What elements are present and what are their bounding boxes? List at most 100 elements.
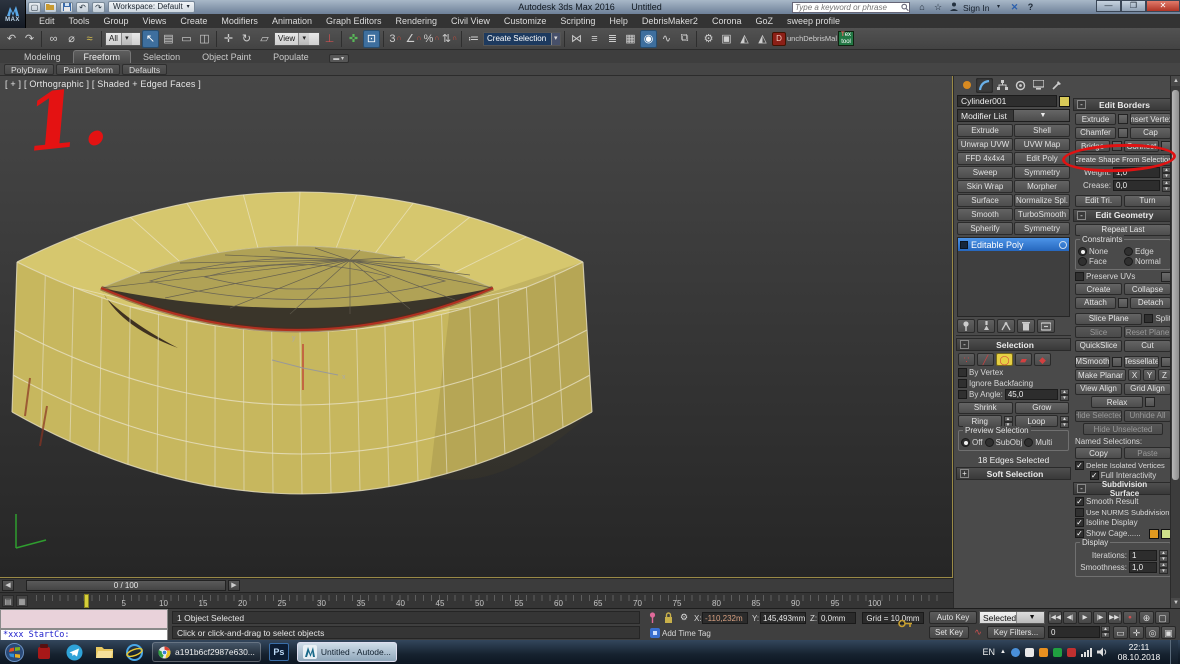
isoline-display-checkbox[interactable]: ✓ — [1075, 518, 1084, 527]
bind-to-spacewarp-button[interactable]: ≈ — [81, 30, 98, 48]
tab-create[interactable] — [958, 78, 975, 93]
preview-subobj-radio[interactable] — [985, 438, 994, 447]
constraint-edge-radio[interactable] — [1124, 247, 1133, 256]
align-button[interactable]: ≡ — [586, 30, 603, 48]
detach-button[interactable]: Detach — [1130, 297, 1171, 309]
set-key-curve-icon[interactable]: ∿ — [971, 626, 985, 639]
scrollbar-thumb[interactable] — [1172, 90, 1179, 480]
loop-spinner[interactable]: ▲▼ — [1060, 416, 1069, 427]
crease-field[interactable]: 0,0 — [1113, 180, 1160, 191]
ribbon-panel-tab[interactable]: PolyDraw — [4, 64, 54, 75]
modifier-button[interactable]: Edit Poly — [1014, 152, 1070, 165]
key-mode-toggle-button[interactable]: ● — [1123, 611, 1137, 624]
planar-x-button[interactable]: X — [1128, 369, 1141, 381]
ribbon-tab-selection[interactable]: Selection — [133, 51, 190, 63]
maximize-viewport-button[interactable]: ▣ — [1161, 626, 1176, 639]
selection-lock-icon[interactable] — [661, 611, 675, 624]
iterations-field[interactable]: 1 — [1129, 550, 1157, 561]
select-by-name-button[interactable]: ▤ — [160, 30, 177, 48]
isolate-selection-icon[interactable] — [645, 611, 659, 624]
planar-y-button[interactable]: Y — [1143, 369, 1156, 381]
paste-button[interactable]: Paste — [1124, 447, 1171, 459]
auto-key-button[interactable]: Auto Key — [929, 611, 977, 624]
menu-item[interactable]: Civil View — [444, 14, 497, 28]
key-filters-button[interactable]: Key Filters... — [987, 626, 1045, 639]
preserve-uvs-checkbox[interactable] — [1075, 272, 1084, 281]
track-bar[interactable]: ▤ ▦ 510152025303540455055606570758085909… — [0, 592, 953, 608]
edit-tri-button[interactable]: Edit Tri. — [1075, 195, 1122, 207]
constraint-face-radio[interactable] — [1078, 257, 1087, 266]
show-desktop-button[interactable] — [1170, 640, 1178, 664]
modifier-button[interactable]: Surface — [957, 194, 1013, 207]
menu-item[interactable]: sweep profile — [780, 14, 847, 28]
show-end-result-icon[interactable] — [977, 319, 995, 333]
grid-align-button[interactable]: Grid Align — [1124, 383, 1171, 395]
menu-item[interactable]: Tools — [62, 14, 97, 28]
taskbar-3dsmax-window[interactable]: Untitled - Autode... — [297, 642, 397, 662]
menu-item[interactable]: DebrisMaker2 — [635, 14, 705, 28]
mesh-cylinder-object[interactable]: x y — [0, 76, 953, 578]
iterations-spinner[interactable]: ▲▼ — [1159, 550, 1168, 561]
hide-selected-button[interactable]: Hide Selected — [1075, 410, 1122, 422]
view-align-button[interactable]: View Align — [1075, 383, 1122, 395]
workspace-dropdown[interactable]: Workspace: Default ▾ — [108, 1, 195, 13]
tab-modify[interactable] — [976, 78, 993, 93]
close-button[interactable]: ✕ — [1146, 0, 1180, 12]
menu-item[interactable]: Scripting — [553, 14, 602, 28]
ribbon-tab-populate[interactable]: Populate — [263, 51, 319, 63]
modifier-button[interactable]: Spherify — [957, 222, 1013, 235]
sign-in-link[interactable]: Sign In — [963, 3, 989, 13]
modifier-button[interactable]: FFD 4x4x4 — [957, 152, 1013, 165]
communication-center-icon[interactable]: ⌂ — [915, 2, 929, 13]
make-planar-button[interactable]: Make Planar — [1075, 369, 1126, 381]
spinner-snap-toggle-button[interactable]: ⇅∩ — [441, 30, 458, 48]
render-setup-button[interactable]: ⚙ — [700, 30, 717, 48]
save-file-icon[interactable] — [60, 2, 73, 13]
percent-snap-toggle-button[interactable]: %∩ — [423, 30, 440, 48]
turn-button[interactable]: Turn — [1124, 195, 1171, 207]
select-and-manipulate-button[interactable]: ✜ — [345, 30, 362, 48]
go-to-start-button[interactable]: |◀◀ — [1048, 611, 1062, 624]
menu-item[interactable]: Edit — [32, 14, 62, 28]
tab-motion[interactable] — [1012, 78, 1029, 93]
x-coord-field[interactable]: -110,232m — [702, 612, 748, 624]
preview-multi-radio[interactable] — [1024, 438, 1033, 447]
reset-plane-button[interactable]: Reset Plane — [1124, 326, 1171, 338]
menu-item[interactable]: Graph Editors — [319, 14, 389, 28]
ignore-backfacing-checkbox[interactable] — [958, 379, 967, 388]
volume-icon[interactable] — [1097, 647, 1108, 657]
slice-button[interactable]: Slice — [1075, 326, 1122, 338]
relax-button[interactable]: Relax — [1091, 396, 1143, 408]
ribbon-tab-freeform[interactable]: Freeform — [73, 50, 132, 63]
viewport[interactable]: x y [ + ] [ Orthographic ] [ Shaded + Ed… — [0, 76, 953, 578]
modifier-button[interactable]: TurboSmooth — [1014, 208, 1070, 221]
tab-display[interactable] — [1030, 78, 1047, 93]
rendered-frame-window-button[interactable]: ▣ — [718, 30, 735, 48]
edit-borders-rollout-header[interactable]: - Edit Borders — [1073, 98, 1173, 111]
create-shape-from-selection-button[interactable]: Create Shape From Selection — [1075, 154, 1171, 166]
attach-settings-icon[interactable] — [1118, 298, 1128, 308]
previous-frame-button[interactable]: ◀| — [1063, 611, 1077, 624]
debrismaker-icon[interactable]: D — [772, 32, 786, 46]
taskbar-chrome-window[interactable]: a191b6cf2987e630... — [152, 642, 261, 662]
smoothness-spinner[interactable]: ▲▼ — [1159, 562, 1168, 573]
media-player-icon[interactable] — [32, 642, 56, 662]
redo-icon[interactable]: ↷ — [92, 2, 105, 13]
ribbon-minimize-icon[interactable]: ▬ ▾ — [329, 54, 349, 63]
undo-button[interactable]: ↶ — [3, 30, 20, 48]
redo-button[interactable]: ↷ — [21, 30, 38, 48]
modifier-button[interactable]: Normalize Spl. — [1014, 194, 1070, 207]
network-icon[interactable] — [1081, 647, 1092, 657]
constraint-none-radio[interactable] — [1078, 247, 1087, 256]
modifier-button[interactable]: Skin Wrap — [957, 180, 1013, 193]
menu-item[interactable]: Help — [602, 14, 635, 28]
remove-modifier-icon[interactable] — [1017, 319, 1035, 333]
pan-button[interactable]: ✛ — [1129, 626, 1144, 639]
telegram-icon[interactable] — [62, 642, 86, 662]
unlink-selection-button[interactable]: ⌀ — [63, 30, 80, 48]
modifier-button[interactable]: Sweep — [957, 166, 1013, 179]
curve-editor-button[interactable]: ∿ — [658, 30, 675, 48]
snaps-toggle-button[interactable]: 3∩ — [387, 30, 404, 48]
tab-hierarchy[interactable] — [994, 78, 1011, 93]
by-angle-checkbox[interactable] — [958, 390, 967, 399]
